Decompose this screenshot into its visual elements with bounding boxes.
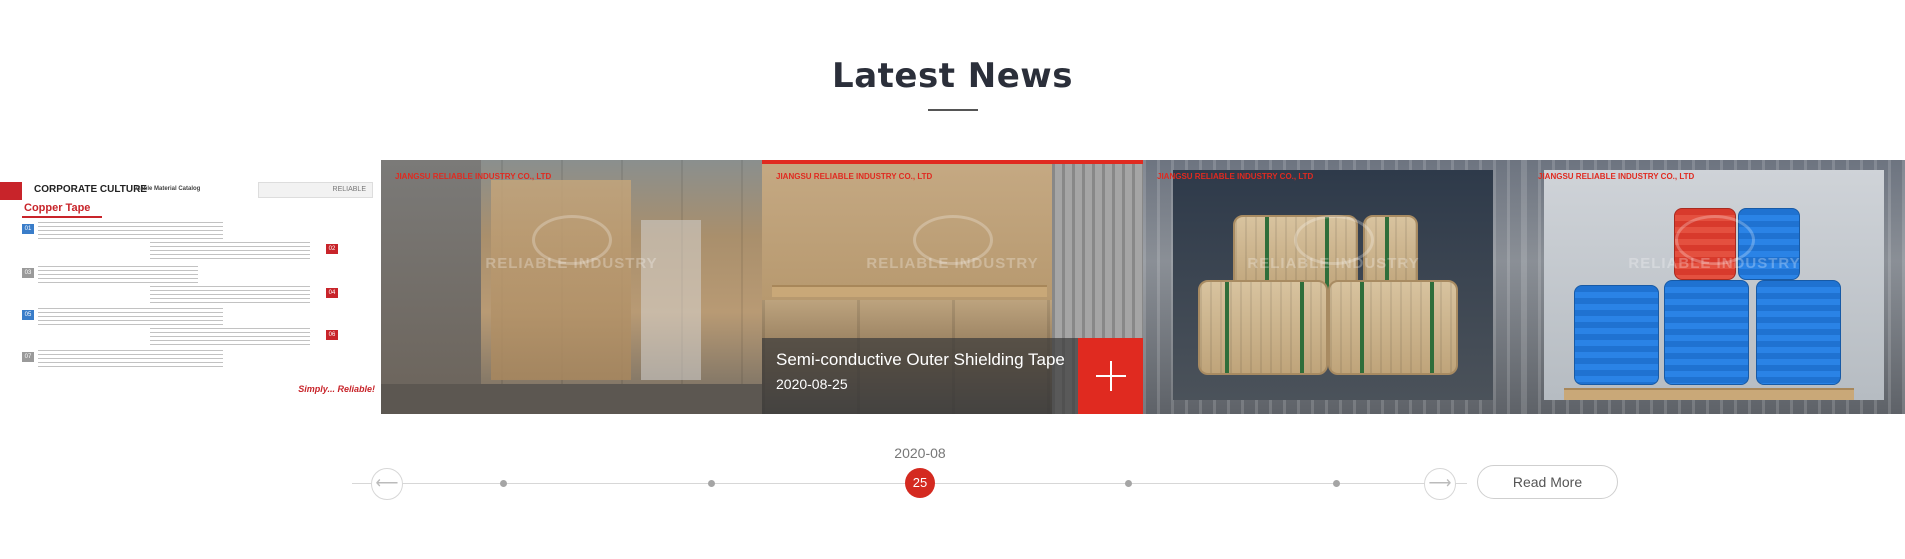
news-title[interactable]: Semi-conductive Outer Shielding Tape <box>776 350 1072 370</box>
arrow-left-icon: ⟵ <box>375 475 399 492</box>
timeline-month: 2020-08 <box>894 445 946 461</box>
section-title: Latest News <box>832 56 1073 96</box>
catalog-product-name: Copper Tape <box>24 202 91 214</box>
step-number: 01 <box>22 224 34 234</box>
timeline-active-day[interactable]: 25 <box>905 468 935 498</box>
catalog-logo: RELIABLE <box>258 182 373 198</box>
news-slide[interactable]: JIANGSU RELIABLE INDUSTRY CO., LTD RELIA… <box>1143 160 1524 414</box>
news-caption[interactable]: Semi-conductive Outer Shielding Tape 202… <box>762 338 1078 414</box>
step-number: 03 <box>22 268 34 278</box>
catalog-header-title: CORPORATE CULTURE <box>34 184 147 195</box>
news-date: 2020-08-25 <box>776 376 848 392</box>
news-slide[interactable]: CORPORATE CULTURE Cable Material Catalog… <box>0 160 381 414</box>
timeline-dot[interactable] <box>708 480 715 487</box>
photo-stamp: JIANGSU RELIABLE INDUSTRY CO., LTD <box>1157 172 1314 181</box>
news-slide[interactable]: JIANGSU RELIABLE INDUSTRY CO., LTD RELIA… <box>381 160 762 414</box>
step-number: 05 <box>22 310 34 320</box>
step-number: 06 <box>326 330 338 340</box>
news-photo: JIANGSU RELIABLE INDUSTRY CO., LTD RELIA… <box>1524 160 1905 414</box>
timeline-dot[interactable] <box>1333 480 1340 487</box>
news-photo: JIANGSU RELIABLE INDUSTRY CO., LTD RELIA… <box>1143 160 1524 414</box>
photo-stamp: JIANGSU RELIABLE INDUSTRY CO., LTD <box>1538 172 1695 181</box>
catalog-header-subtitle: Cable Material Catalog <box>136 186 201 192</box>
catalog-image: CORPORATE CULTURE Cable Material Catalog… <box>0 160 381 414</box>
news-slider[interactable]: CORPORATE CULTURE Cable Material Catalog… <box>0 160 1905 414</box>
timeline-dot[interactable] <box>500 480 507 487</box>
timeline-dot[interactable] <box>1125 480 1132 487</box>
photo-watermark: RELIABLE INDUSTRY <box>1628 255 1801 272</box>
next-button[interactable]: ⟶ <box>1424 468 1456 500</box>
step-number: 02 <box>326 244 338 254</box>
news-photo: JIANGSU RELIABLE INDUSTRY CO., LTD RELIA… <box>381 160 762 414</box>
step-number: 04 <box>326 288 338 298</box>
photo-stamp: JIANGSU RELIABLE INDUSTRY CO., LTD <box>776 172 933 181</box>
photo-watermark: RELIABLE INDUSTRY <box>485 255 658 272</box>
news-slide-active[interactable]: JIANGSU RELIABLE INDUSTRY CO., LTD RELIA… <box>762 160 1143 414</box>
news-slide[interactable]: JIANGSU RELIABLE INDUSTRY CO., LTD RELIA… <box>1524 160 1905 414</box>
photo-watermark: RELIABLE INDUSTRY <box>1247 255 1420 272</box>
read-more-button[interactable]: Read More <box>1477 465 1618 499</box>
plus-icon[interactable] <box>1078 338 1143 414</box>
catalog-slogan: Simply... Reliable! <box>298 384 375 394</box>
step-number: 07 <box>22 352 34 362</box>
photo-watermark: RELIABLE INDUSTRY <box>866 255 1039 272</box>
prev-button[interactable]: ⟵ <box>371 468 403 500</box>
arrow-right-icon: ⟶ <box>1428 475 1452 492</box>
photo-stamp: JIANGSU RELIABLE INDUSTRY CO., LTD <box>395 172 552 181</box>
title-underline <box>928 109 978 111</box>
active-indicator <box>762 160 1143 164</box>
